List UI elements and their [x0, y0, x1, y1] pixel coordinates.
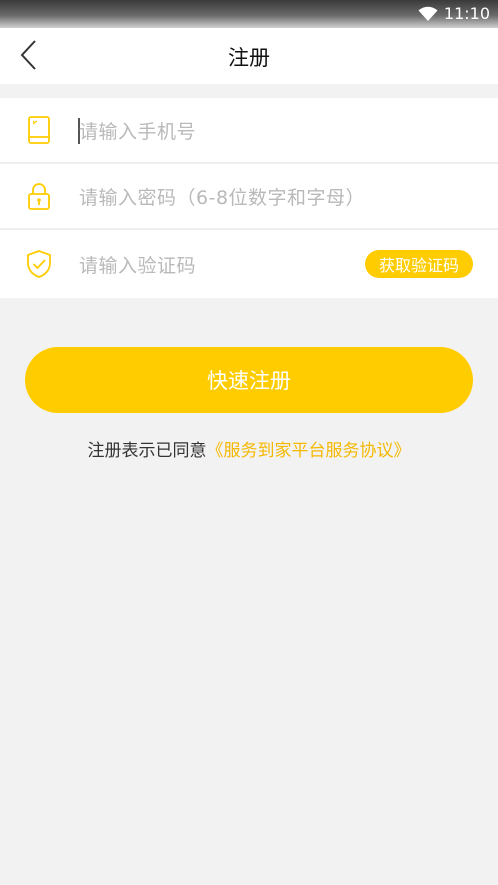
- wifi-icon: [418, 6, 438, 21]
- phone-input[interactable]: 请输入手机号: [79, 117, 196, 144]
- lock-icon: [28, 183, 50, 210]
- register-button[interactable]: 快速注册: [25, 347, 473, 413]
- register-form: 请输入手机号 请输入密码（6-8位数字和字母） 请输入验证码 获取验证码: [0, 98, 498, 298]
- code-input[interactable]: 请输入验证码: [79, 251, 196, 278]
- phone-icon: [28, 116, 50, 144]
- get-code-button[interactable]: 获取验证码: [364, 250, 473, 278]
- agreement-text: 注册表示已同意《服务到家平台服务协议》: [0, 436, 498, 461]
- password-row[interactable]: 请输入密码（6-8位数字和字母）: [0, 164, 498, 230]
- page-title: 注册: [228, 46, 270, 70]
- header-bar: 注册: [0, 28, 498, 84]
- shield-check-icon: [27, 250, 51, 278]
- code-row[interactable]: 请输入验证码 获取验证码: [0, 230, 498, 298]
- password-input[interactable]: 请输入密码（6-8位数字和字母）: [79, 183, 365, 210]
- agreement-link[interactable]: 《服务到家平台服务协议》: [207, 441, 411, 461]
- phone-row[interactable]: 请输入手机号: [0, 98, 498, 164]
- status-time: 11:10: [443, 4, 490, 23]
- agreement-prefix: 注册表示已同意: [87, 441, 207, 461]
- status-bar: 11:10: [0, 0, 498, 28]
